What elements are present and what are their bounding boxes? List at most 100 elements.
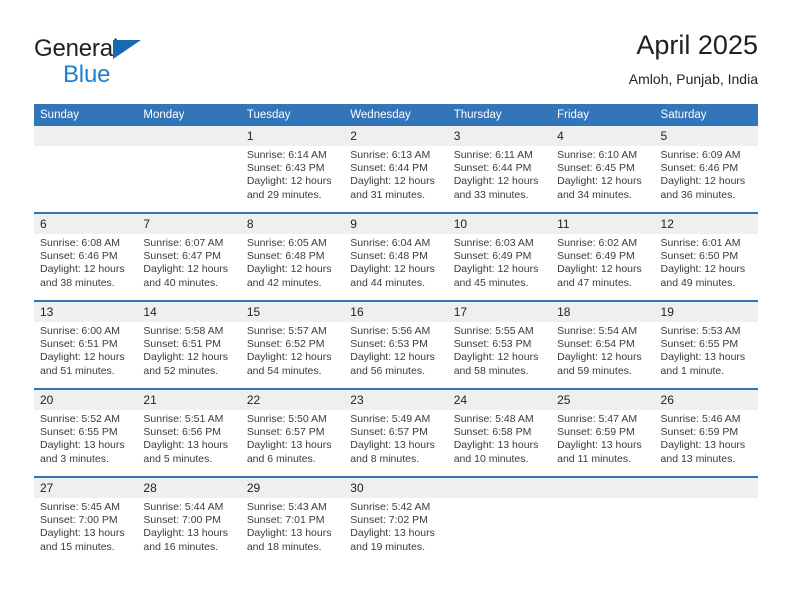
day-number: 3 — [447, 126, 552, 146]
day-details: Sunrise: 5:43 AM Sunset: 7:01 PM Daylight:… — [241, 498, 344, 554]
calendar-day-cell[interactable]: 12 Sunrise: 6:01 AM Sunset: 6:50 PM Dayligh… — [654, 212, 758, 301]
daylight-duration-line2: and 51 minutes. — [40, 364, 115, 377]
calendar-day-cell[interactable]: 28 Sunrise: 5:44 AM Sunset: 7:00 PM Dayligh… — [137, 476, 241, 564]
logo-text-blue: Blue — [63, 61, 111, 88]
calendar-day-cell[interactable]: 20 Sunrise: 5:52 AM Sunset: 6:55 PM Dayligh… — [34, 388, 138, 477]
calendar-day-cell[interactable]: 5 Sunrise: 6:09 AM Sunset: 6:46 PM Daylight… — [654, 126, 758, 213]
sunrise-time: Sunrise: 5:56 AM — [350, 325, 431, 337]
calendar-day-cell[interactable]: 3 Sunrise: 6:11 AM Sunset: 6:44 PM Daylight… — [447, 126, 552, 213]
day-details: Sunrise: 6:14 AM Sunset: 6:43 PM Daylight:… — [241, 146, 344, 202]
day-number: 22 — [240, 390, 345, 410]
sunrise-time: Sunrise: 5:52 AM — [40, 413, 120, 425]
day-cell-inner: 21 Sunrise: 5:51 AM Sunset: 6:56 PM Dayligh… — [137, 390, 241, 476]
day-cell-inner — [137, 126, 241, 212]
day-details: Sunrise: 6:08 AM Sunset: 6:46 PM Daylight:… — [34, 234, 137, 290]
day-details: Sunrise: 5:44 AM Sunset: 7:00 PM Daylight:… — [137, 498, 240, 554]
calendar-day-cell[interactable]: 18 Sunrise: 5:54 AM Sunset: 6:54 PM Dayligh… — [551, 300, 655, 389]
calendar-day-cell[interactable]: 17 Sunrise: 5:55 AM Sunset: 6:53 PM Dayligh… — [447, 300, 552, 389]
day-cell-inner: 10 Sunrise: 6:03 AM Sunset: 6:49 PM Dayligh… — [447, 214, 552, 300]
day-cell-inner — [551, 478, 655, 564]
day-cell-inner: 18 Sunrise: 5:54 AM Sunset: 6:54 PM Dayligh… — [551, 302, 655, 388]
day-cell-inner: 29 Sunrise: 5:43 AM Sunset: 7:01 PM Dayligh… — [240, 478, 345, 564]
sunrise-time: Sunrise: 5:42 AM — [350, 501, 431, 513]
calendar-header-row: Sunday Monday Tuesday Wednesday Thursday… — [34, 104, 758, 126]
day-details: Sunrise: 5:49 AM Sunset: 6:57 PM Daylight:… — [344, 410, 447, 466]
daylight-duration-line2: and 54 minutes. — [246, 364, 322, 377]
day-cell-inner: 27 Sunrise: 5:45 AM Sunset: 7:00 PM Dayligh… — [34, 478, 138, 564]
day-details: Sunrise: 5:56 AM Sunset: 6:53 PM Daylight:… — [344, 322, 447, 378]
day-number: 1 — [240, 126, 345, 146]
calendar-day-cell[interactable]: 21 Sunrise: 5:51 AM Sunset: 6:56 PM Dayligh… — [137, 388, 241, 477]
day-cell-inner: 14 Sunrise: 5:58 AM Sunset: 6:51 PM Dayligh… — [137, 302, 241, 388]
day-number: 25 — [551, 390, 655, 410]
day-number: 15 — [240, 302, 345, 322]
calendar-day-cell[interactable]: 7 Sunrise: 6:07 AM Sunset: 6:47 PM Daylight… — [137, 212, 241, 301]
daylight-duration-line1: Daylight: 13 hours — [660, 439, 746, 452]
day-number: 14 — [137, 302, 241, 322]
sunset-time: Sunset: 6:44 PM — [453, 162, 532, 175]
calendar-day-cell[interactable]: 19 Sunrise: 5:53 AM Sunset: 6:55 PM Dayligh… — [654, 300, 758, 389]
weekday-header-sunday: Sunday — [34, 104, 138, 126]
day-cell-inner — [654, 478, 758, 564]
calendar-day-cell[interactable]: 25 Sunrise: 5:47 AM Sunset: 6:59 PM Dayligh… — [551, 388, 655, 477]
calendar-day-cell[interactable]: 27 Sunrise: 5:45 AM Sunset: 7:00 PM Dayligh… — [34, 476, 138, 564]
calendar-day-cell[interactable]: 15 Sunrise: 5:57 AM Sunset: 6:52 PM Dayligh… — [240, 300, 345, 389]
title-block: April 2025 Amloh, Punjab, India — [629, 28, 758, 90]
sunset-time: Sunset: 6:51 PM — [40, 338, 118, 351]
daylight-duration-line1: Daylight: 12 hours — [350, 351, 435, 364]
sunset-time: Sunset: 7:02 PM — [350, 514, 428, 527]
sunset-time: Sunset: 6:44 PM — [350, 162, 428, 175]
daylight-duration-line1: Daylight: 13 hours — [143, 527, 229, 540]
day-number: 21 — [137, 390, 241, 410]
calendar-week-row: 13 Sunrise: 6:00 AM Sunset: 6:51 PM Dayligh… — [34, 300, 758, 389]
daylight-duration-line1: Daylight: 12 hours — [143, 351, 229, 364]
calendar-day-cell[interactable]: 4 Sunrise: 6:10 AM Sunset: 6:45 PM Daylight… — [551, 126, 655, 213]
sunrise-sunset-calendar: Sunday Monday Tuesday Wednesday Thursday… — [34, 104, 758, 564]
calendar-day-cell[interactable]: 2 Sunrise: 6:13 AM Sunset: 6:44 PM Daylight… — [344, 126, 448, 213]
calendar-day-cell[interactable]: 10 Sunrise: 6:03 AM Sunset: 6:49 PM Dayligh… — [447, 212, 552, 301]
day-number: 4 — [551, 126, 655, 146]
calendar-day-cell[interactable]: 11 Sunrise: 6:02 AM Sunset: 6:49 PM Dayligh… — [551, 212, 655, 301]
calendar-day-cell[interactable]: 13 Sunrise: 6:00 AM Sunset: 6:51 PM Dayligh… — [34, 300, 138, 389]
calendar-day-cell[interactable]: 9 Sunrise: 6:04 AM Sunset: 6:48 PM Daylight… — [344, 212, 448, 301]
day-number: 24 — [447, 390, 552, 410]
calendar-empty-cell — [34, 126, 138, 213]
day-number: 12 — [654, 214, 758, 234]
day-number: 13 — [34, 302, 138, 322]
day-details: Sunrise: 6:01 AM Sunset: 6:50 PM Daylight:… — [655, 234, 758, 290]
calendar-day-cell[interactable]: 29 Sunrise: 5:43 AM Sunset: 7:01 PM Dayligh… — [240, 476, 345, 564]
calendar-day-cell[interactable]: 14 Sunrise: 5:58 AM Sunset: 6:51 PM Dayligh… — [137, 300, 241, 389]
daylight-duration-line1: Daylight: 13 hours — [143, 439, 229, 452]
day-cell-inner: 15 Sunrise: 5:57 AM Sunset: 6:52 PM Dayligh… — [240, 302, 345, 388]
calendar-day-cell[interactable]: 16 Sunrise: 5:56 AM Sunset: 6:53 PM Dayligh… — [344, 300, 448, 389]
sunrise-time: Sunrise: 5:44 AM — [143, 501, 224, 513]
calendar-day-cell[interactable]: 23 Sunrise: 5:49 AM Sunset: 6:57 PM Dayligh… — [344, 388, 448, 477]
day-cell-inner: 28 Sunrise: 5:44 AM Sunset: 7:00 PM Dayligh… — [137, 478, 241, 564]
day-number: 20 — [34, 390, 138, 410]
calendar-day-cell[interactable]: 30 Sunrise: 5:42 AM Sunset: 7:02 PM Dayligh… — [344, 476, 448, 564]
calendar-day-cell[interactable]: 26 Sunrise: 5:46 AM Sunset: 6:59 PM Dayligh… — [654, 388, 758, 477]
day-number — [34, 126, 138, 146]
daylight-duration-line2: and 6 minutes. — [246, 452, 316, 465]
sunset-time: Sunset: 7:01 PM — [246, 514, 325, 527]
daylight-duration-line1: Daylight: 12 hours — [40, 263, 125, 276]
sunset-time: Sunset: 6:52 PM — [246, 338, 325, 351]
day-details: Sunrise: 5:42 AM Sunset: 7:02 PM Daylight:… — [344, 498, 447, 554]
calendar-day-cell[interactable]: 6 Sunrise: 6:08 AM Sunset: 6:46 PM Daylight… — [34, 212, 138, 301]
sunrise-time: Sunrise: 5:50 AM — [246, 413, 327, 425]
weekday-header-thursday: Thursday — [447, 104, 552, 126]
daylight-duration-line2: and 58 minutes. — [453, 364, 529, 377]
sunset-time: Sunset: 6:50 PM — [660, 250, 739, 263]
sunrise-time: Sunrise: 6:05 AM — [246, 237, 327, 249]
sunset-time: Sunset: 6:57 PM — [350, 426, 428, 439]
day-number: 18 — [551, 302, 655, 322]
daylight-duration-line1: Daylight: 12 hours — [143, 263, 229, 276]
daylight-duration-line1: Daylight: 13 hours — [246, 527, 332, 540]
sunset-time: Sunset: 6:53 PM — [350, 338, 428, 351]
calendar-day-cell[interactable]: 24 Sunrise: 5:48 AM Sunset: 6:58 PM Dayligh… — [447, 388, 552, 477]
calendar-day-cell[interactable]: 22 Sunrise: 5:50 AM Sunset: 6:57 PM Dayligh… — [240, 388, 345, 477]
day-number: 8 — [240, 214, 345, 234]
calendar-day-cell[interactable]: 1 Sunrise: 6:14 AM Sunset: 6:43 PM Daylight… — [240, 126, 345, 213]
calendar-day-cell[interactable]: 8 Sunrise: 6:05 AM Sunset: 6:48 PM Daylight… — [240, 212, 345, 301]
daylight-duration-line1: Daylight: 12 hours — [246, 351, 332, 364]
